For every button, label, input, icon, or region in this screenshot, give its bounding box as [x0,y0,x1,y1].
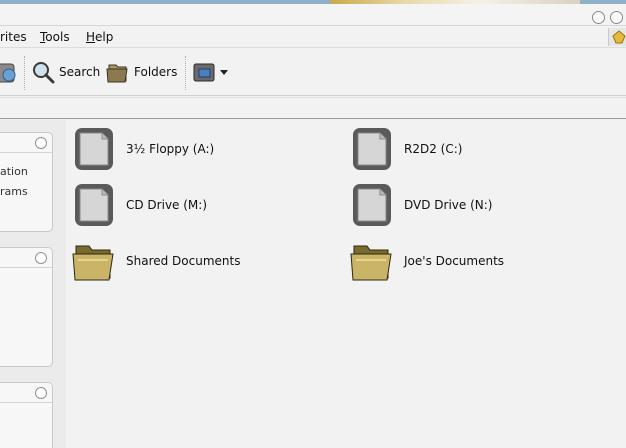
drive-icon [70,125,118,173]
task-panel-other [0,247,53,367]
drive-icon [348,125,396,173]
drive-item-dvd[interactable]: DVD Drive (N:) [348,181,492,229]
panel-header[interactable] [0,248,52,268]
up-folder-button[interactable] [0,58,18,86]
item-label: CD Drive (M:) [126,198,207,212]
menu-tools-rest: ools [45,30,70,44]
item-label: 3½ Floppy (A:) [126,142,215,156]
folder-icon [70,237,118,285]
menu-bar: rites Tools Help [0,26,626,48]
item-label: R2D2 (C:) [404,142,463,156]
toolbar: Search Folders [0,48,626,96]
collapse-icon[interactable] [35,137,47,149]
toolbar-separator [24,56,25,90]
panel-header[interactable] [0,133,52,153]
search-button[interactable]: Search [31,58,100,86]
toolbar-separator [185,56,186,90]
folders-label: Folders [134,65,178,79]
file-view: 3½ Floppy (A:) R2D2 (C:) CD Drive (M:) D… [66,120,626,448]
close-button[interactable] [610,11,623,24]
search-icon [33,62,55,84]
drive-item-floppy[interactable]: 3½ Floppy (A:) [70,125,214,173]
menu-tools[interactable]: Tools [40,30,70,44]
address-bar[interactable] [0,97,626,119]
collapse-icon[interactable] [35,252,47,264]
search-label: Search [59,65,101,79]
panel-header[interactable] [0,383,52,403]
task-panel-system: ation rams [0,132,53,232]
folders-icon [106,64,128,83]
menu-help-mnemonic: H [86,30,96,44]
minimize-button[interactable] [592,11,605,24]
menu-help-rest: elp [95,30,114,44]
windows-flag-icon [612,30,626,44]
panel-link[interactable]: ation [0,165,28,178]
drive-item-cd[interactable]: CD Drive (M:) [70,181,207,229]
chevron-down-icon [220,70,228,75]
task-pane: ation rams [0,120,66,448]
windows-flag-area [608,28,626,46]
drive-icon [348,181,396,229]
collapse-icon[interactable] [35,387,47,399]
drive-item-c[interactable]: R2D2 (C:) [348,125,462,173]
item-label: DVD Drive (N:) [404,198,493,212]
folder-item-joe[interactable]: Joe's Documents [348,237,504,285]
folder-item-shared[interactable]: Shared Documents [70,237,240,285]
explorer-window: rites Tools Help Search Folders ation ra… [0,0,626,448]
folders-button[interactable]: Folders [106,58,177,86]
up-folder-icon [0,63,16,83]
panel-link[interactable]: rams [0,185,28,198]
menu-help[interactable]: Help [86,30,113,44]
task-panel-details [0,382,53,448]
views-button[interactable] [192,58,228,86]
folder-icon [348,237,396,285]
item-label: Shared Documents [126,254,241,268]
views-icon [193,63,215,82]
drive-icon [70,181,118,229]
title-bar [0,4,626,26]
menu-favorites[interactable]: rites [0,30,27,44]
item-label: Joe's Documents [404,254,505,268]
